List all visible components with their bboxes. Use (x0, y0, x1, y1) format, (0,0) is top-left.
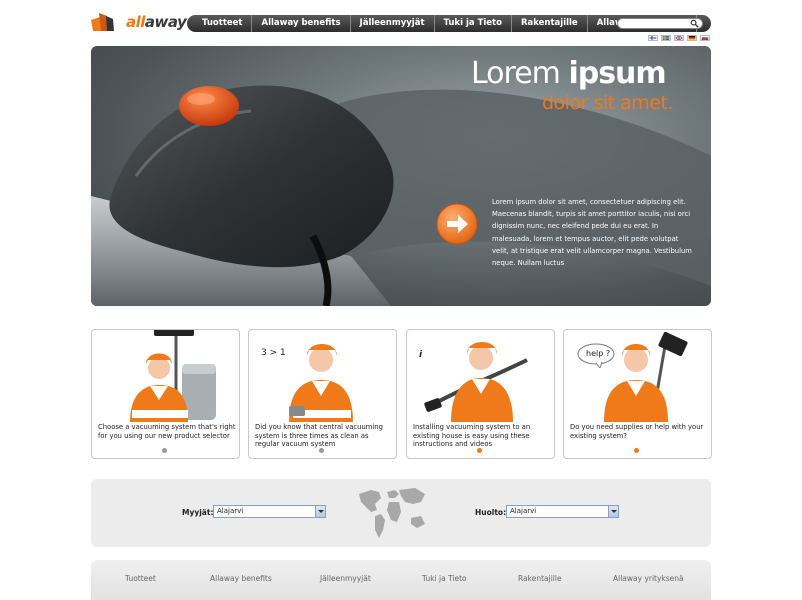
card-three-times-clean[interactable]: 3 > 1 Did you know that central vacuumin… (248, 329, 397, 459)
footer-link-yrityksena[interactable]: Allaway yrityksenä (613, 574, 684, 583)
service-label: Huolto: (475, 508, 507, 517)
footer-link-rakentajille[interactable]: Rakentajille (518, 574, 562, 583)
footer-link-tuki[interactable]: Tuki ja Tieto (422, 574, 467, 583)
main-nav: Tuotteet Allaway benefits Jälleenmyyjät … (187, 15, 711, 32)
footer-link-benefits[interactable]: Allaway benefits (210, 574, 272, 583)
service-select-value: Alajarvi (510, 507, 537, 515)
flag-fi-icon[interactable] (648, 35, 658, 41)
footer-link-jalleenmyyjat[interactable]: Jälleenmyyjät (320, 574, 371, 583)
logo[interactable]: allaway (91, 11, 187, 33)
card-installing[interactable]: i Installing vacuuming system to an exis… (406, 329, 555, 459)
card-indicator-dot (162, 448, 167, 453)
search-icon[interactable] (690, 19, 699, 28)
hero-subtitle: dolor sit amet. (542, 92, 673, 114)
dealers-select[interactable]: Alajarvi (213, 505, 326, 518)
chevron-down-icon[interactable] (608, 506, 618, 517)
dealers-label: Myyjät: (182, 508, 214, 517)
card-product-selector[interactable]: Choose a vacuuming system that's right f… (91, 329, 240, 459)
nav-item-benefits[interactable]: Allaway benefits (252, 15, 351, 32)
card-indicator-dot (319, 448, 324, 453)
card-help[interactable]: help ? Do you need supplies or help with… (563, 329, 712, 459)
nav-item-rakentajille[interactable]: Rakentajille (512, 15, 588, 32)
service-select[interactable]: Alajarvi (506, 505, 619, 518)
search-input[interactable] (622, 19, 688, 28)
flag-de-icon[interactable] (687, 35, 697, 41)
flag-se-icon[interactable] (661, 35, 671, 41)
footer-link-tuotteet[interactable]: Tuotteet (125, 574, 156, 583)
woman-with-hose-image (424, 342, 528, 422)
brand-name: allaway (126, 13, 187, 31)
hero-title-light: Lorem (471, 56, 569, 91)
search-box (617, 18, 703, 29)
arrow-right-icon[interactable] (436, 203, 478, 245)
logo-icon (91, 13, 114, 31)
card-text: Did you know that central vacuuming syst… (255, 423, 383, 449)
hero-body-text: Lorem ipsum dolor sit amet, consectetuer… (492, 198, 692, 268)
card-text: Installing vacuuming system to an existi… (413, 423, 531, 449)
card-indicator-dot (634, 448, 639, 453)
card-indicator-dot (477, 448, 482, 453)
dealer-search-bar: Myyjät: Alajarvi Huolto: Alajarvi (91, 479, 711, 547)
flag-uk-icon[interactable] (674, 35, 684, 41)
flag-ru-icon[interactable] (700, 35, 710, 41)
woman-with-nozzle-image (604, 331, 688, 422)
brand-part-1: all (126, 13, 145, 31)
hero-title: Lorem ipsum (471, 56, 667, 91)
brand-part-2: away (144, 13, 187, 31)
nav-item-jalleenmyyjat[interactable]: Jälleenmyyjät (351, 15, 435, 32)
card-text: Do you need supplies or help with your e… (570, 423, 704, 440)
nav-item-tuotteet[interactable]: Tuotteet (193, 15, 253, 32)
world-map-icon (359, 488, 425, 538)
dealers-select-value: Alajarvi (217, 507, 244, 515)
card-text: Choose a vacuuming system that's right f… (98, 423, 236, 440)
footer-nav: Tuotteet Allaway benefits Jälleenmyyjät … (91, 560, 711, 600)
woman-with-vacuum-unit-image (130, 330, 216, 422)
nav-item-tuki[interactable]: Tuki ja Tieto (435, 15, 512, 32)
hero-banner: Lorem ipsum dolor sit amet. Lorem ipsum … (91, 46, 711, 306)
hero-title-bold: ipsum (568, 56, 666, 91)
woman-smiling-image (289, 344, 353, 422)
language-selector (648, 35, 710, 41)
chevron-down-icon[interactable] (315, 506, 325, 517)
